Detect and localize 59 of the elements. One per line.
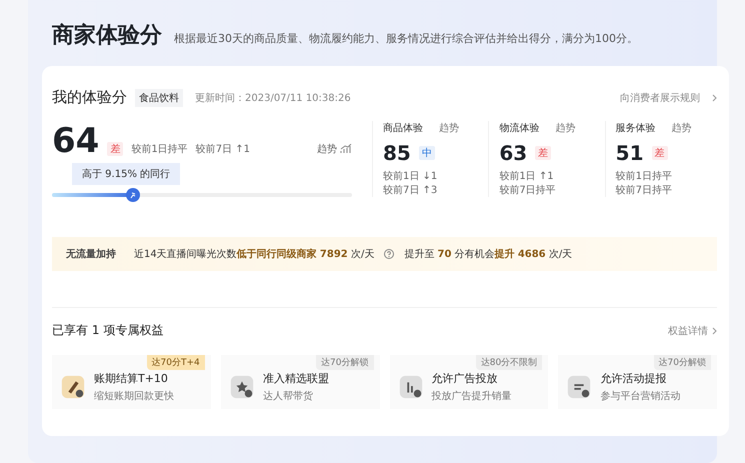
trend-link[interactable]: 趋势 <box>439 121 459 135</box>
rules-link[interactable]: 向消费者展示规则 <box>620 90 700 104</box>
week-change: 较前7日 ↑1 <box>196 142 250 156</box>
day-change: 较前1日持平 <box>616 170 674 183</box>
week-change: 较前7日持平 <box>499 184 557 197</box>
peer-comparison: 高于 9.15% 的同行 <box>72 163 180 185</box>
week-change: 较前7日持平 <box>616 184 674 197</box>
day-change: 较前1日持平 <box>131 142 188 156</box>
grade-tag: 差 <box>107 142 124 156</box>
benefit-name: 准入精选联盟 <box>262 371 329 386</box>
help-icon[interactable] <box>384 249 394 259</box>
benefit-name: 允许活动提报 <box>600 371 668 386</box>
notice-text: 近14天直播间曝光次数低于同行同级商家 7892 次/天 <box>134 247 374 261</box>
benefit-badge: 达70分T+4 <box>146 355 205 370</box>
benefit-name: 允许广告投放 <box>432 371 498 386</box>
dimension-score: 51 <box>616 141 644 165</box>
benefit-badge: 达70分解锁 <box>654 355 711 370</box>
benefit-icon <box>398 374 424 400</box>
benefit-name: 账期结算T+10 <box>94 371 169 386</box>
page-title: 商家体验分 <box>52 22 162 50</box>
card-title: 我的体验分 <box>52 88 127 107</box>
benefit-description: 投放广告提升销量 <box>432 390 512 403</box>
trend-link[interactable]: 趋势 <box>555 121 576 135</box>
benefit-badge: 达80分不限制 <box>476 355 542 370</box>
benefit-icon <box>60 374 86 400</box>
day-change: 较前1日 ↑1 <box>499 170 555 183</box>
grade-tag: 差 <box>652 146 668 160</box>
benefit-icon <box>566 374 592 400</box>
benefit-card[interactable]: 达70分解锁 准入精选联盟 达人帮带货 <box>220 355 380 409</box>
dimension-name: 物流体验 <box>499 122 540 135</box>
benefit-icon <box>228 374 255 400</box>
notice-hint: 提升至 70 分有机会提升 4686 次/天 <box>404 248 572 261</box>
chevron-icon[interactable] <box>712 94 717 102</box>
dimension-score: 85 <box>383 141 411 165</box>
dimension-name: 服务体验 <box>616 122 656 135</box>
dimension-name: 商品体验 <box>383 122 423 135</box>
trend-link[interactable]: 趋势 <box>317 142 337 156</box>
update-time: 更新时间：2023/07/11 10:38:26 <box>195 92 351 104</box>
benefit-description: 达人帮带货 <box>262 390 314 403</box>
day-change: 较前1日 ↓1 <box>383 170 438 183</box>
benefits-title: 已享有 1 项专属权益 <box>52 322 164 339</box>
dimension-score: 63 <box>499 141 528 165</box>
grade-tag: 中 <box>418 146 435 160</box>
category-tag: 食品饮料 <box>135 88 183 106</box>
grade-tag: 差 <box>535 146 552 160</box>
benefit-card[interactable]: 达70分T+4 账期结算T+10 缩短账期回款更快 <box>52 355 211 409</box>
notice-tag: 无流量加持 <box>66 247 116 261</box>
trend-icon[interactable] <box>340 144 352 154</box>
trend-link[interactable]: 趋势 <box>672 121 692 135</box>
benefit-description: 缩短账期回款更快 <box>94 390 174 403</box>
benefit-card[interactable]: 达80分不限制 允许广告投放 投放广告提升销量 <box>390 355 548 409</box>
benefit-card[interactable]: 达70分解锁 允许活动提报 参与平台营销活动 <box>558 355 717 409</box>
chevron-icon[interactable] <box>712 326 717 334</box>
week-change: 较前7日 ↑3 <box>383 184 438 197</box>
overall-score: 64 <box>52 121 100 161</box>
page-description: 根据最近30天的商品质量、物流履约能力、服务情况进行综合评估并给出得分，满分为100分。 <box>174 31 638 46</box>
benefit-badge: 达70分解锁 <box>316 355 374 370</box>
benefit-description: 参与平台营销活动 <box>600 390 680 403</box>
benefits-link[interactable]: 权益详情 <box>668 324 708 338</box>
